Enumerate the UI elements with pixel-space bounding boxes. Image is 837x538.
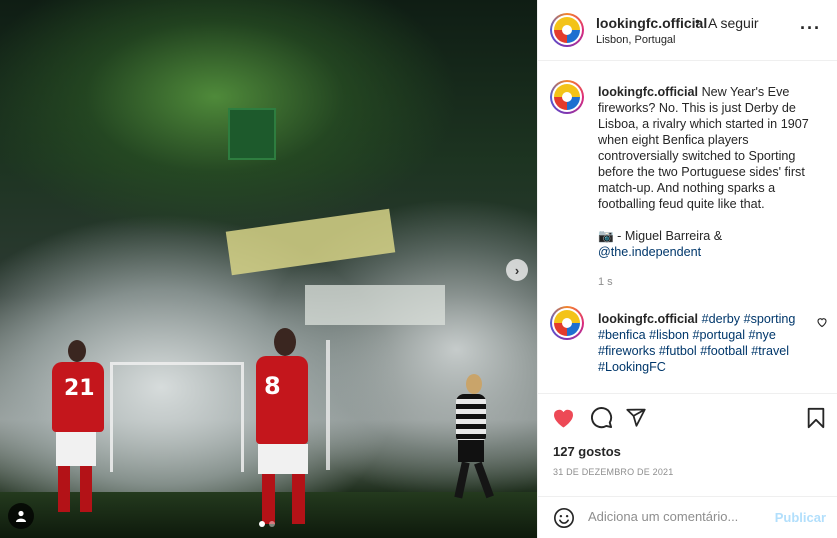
post-header: lookingfc.official • A seguir Lisbon, Po… xyxy=(538,0,837,61)
comment-text: lookingfc.official #derby #sporting #ben… xyxy=(598,311,818,375)
player-sporting xyxy=(450,374,508,504)
comment-input[interactable] xyxy=(588,509,768,524)
add-comment-bar: Publicar xyxy=(538,496,837,538)
comment-icon[interactable] xyxy=(590,406,613,429)
lookingfc-logo-icon xyxy=(554,310,580,336)
comment-like-heart-icon[interactable] xyxy=(816,316,828,328)
camera-icon: 📷 xyxy=(598,229,614,243)
hashtag-link[interactable]: #derby #sporting xyxy=(702,312,796,326)
hashtag-link[interactable]: #LookingFC xyxy=(598,359,818,375)
avatar[interactable] xyxy=(550,306,584,340)
carousel-dot-active xyxy=(259,521,265,527)
action-bar: 127 gostos 31 DE DEZEMBRO DE 2021 xyxy=(538,393,837,503)
header-username[interactable]: lookingfc.official xyxy=(596,15,707,31)
comments-area[interactable]: lookingfc.official New Year's Eve firewo… xyxy=(538,62,837,392)
bookmark-icon[interactable] xyxy=(806,407,826,429)
share-icon[interactable] xyxy=(625,407,647,428)
jersey-number: 8 xyxy=(264,372,281,400)
lookingfc-logo-icon xyxy=(554,17,580,43)
carousel-indicator xyxy=(259,521,275,527)
lookingfc-logo-icon xyxy=(554,84,580,110)
following-button[interactable]: A seguir xyxy=(708,15,759,31)
heart-filled-icon[interactable] xyxy=(551,406,576,430)
publish-button[interactable]: Publicar xyxy=(775,510,826,525)
separator-dot: • xyxy=(695,13,700,29)
caption-text: lookingfc.official New Year's Eve firewo… xyxy=(598,85,809,259)
player-benfica-8: 8 xyxy=(252,328,322,528)
goal-post xyxy=(326,340,330,470)
post-photo[interactable]: 21 8 › xyxy=(0,0,537,538)
carousel-dot xyxy=(269,521,275,527)
avatar[interactable] xyxy=(550,80,584,114)
post-date: 31 DE DEZEMBRO DE 2021 xyxy=(553,467,674,477)
tagged-users-button[interactable] xyxy=(8,503,34,529)
emoji-icon[interactable] xyxy=(553,507,575,529)
fan-banner-white xyxy=(305,285,445,325)
comment-username[interactable]: lookingfc.official xyxy=(598,312,698,326)
player-benfica-21: 21 xyxy=(44,340,116,520)
avatar[interactable] xyxy=(550,13,584,47)
goal-frame xyxy=(110,362,244,472)
chevron-right-icon: › xyxy=(514,262,520,278)
hashtag-link[interactable]: #benfica #lisbon #portugal #nye xyxy=(598,327,818,343)
likes-count[interactable]: 127 gostos xyxy=(553,444,621,459)
post-side-panel: lookingfc.official • A seguir Lisbon, Po… xyxy=(537,0,837,538)
more-horizontal-icon[interactable]: ··· xyxy=(800,19,821,37)
mention-link[interactable]: @the.independent xyxy=(598,245,701,259)
user-icon xyxy=(16,510,26,522)
carousel-next-button[interactable]: › xyxy=(506,259,528,281)
hashtag-link[interactable]: #fireworks #futbol #football #travel xyxy=(598,343,818,359)
caption-username[interactable]: lookingfc.official xyxy=(598,85,698,99)
stand-flag xyxy=(228,108,276,160)
jersey-number: 21 xyxy=(64,376,95,401)
caption-timestamp[interactable]: 1 s xyxy=(598,276,613,288)
location-link[interactable]: Lisbon, Portugal xyxy=(596,34,676,46)
fan-banner-yellow xyxy=(225,208,396,276)
